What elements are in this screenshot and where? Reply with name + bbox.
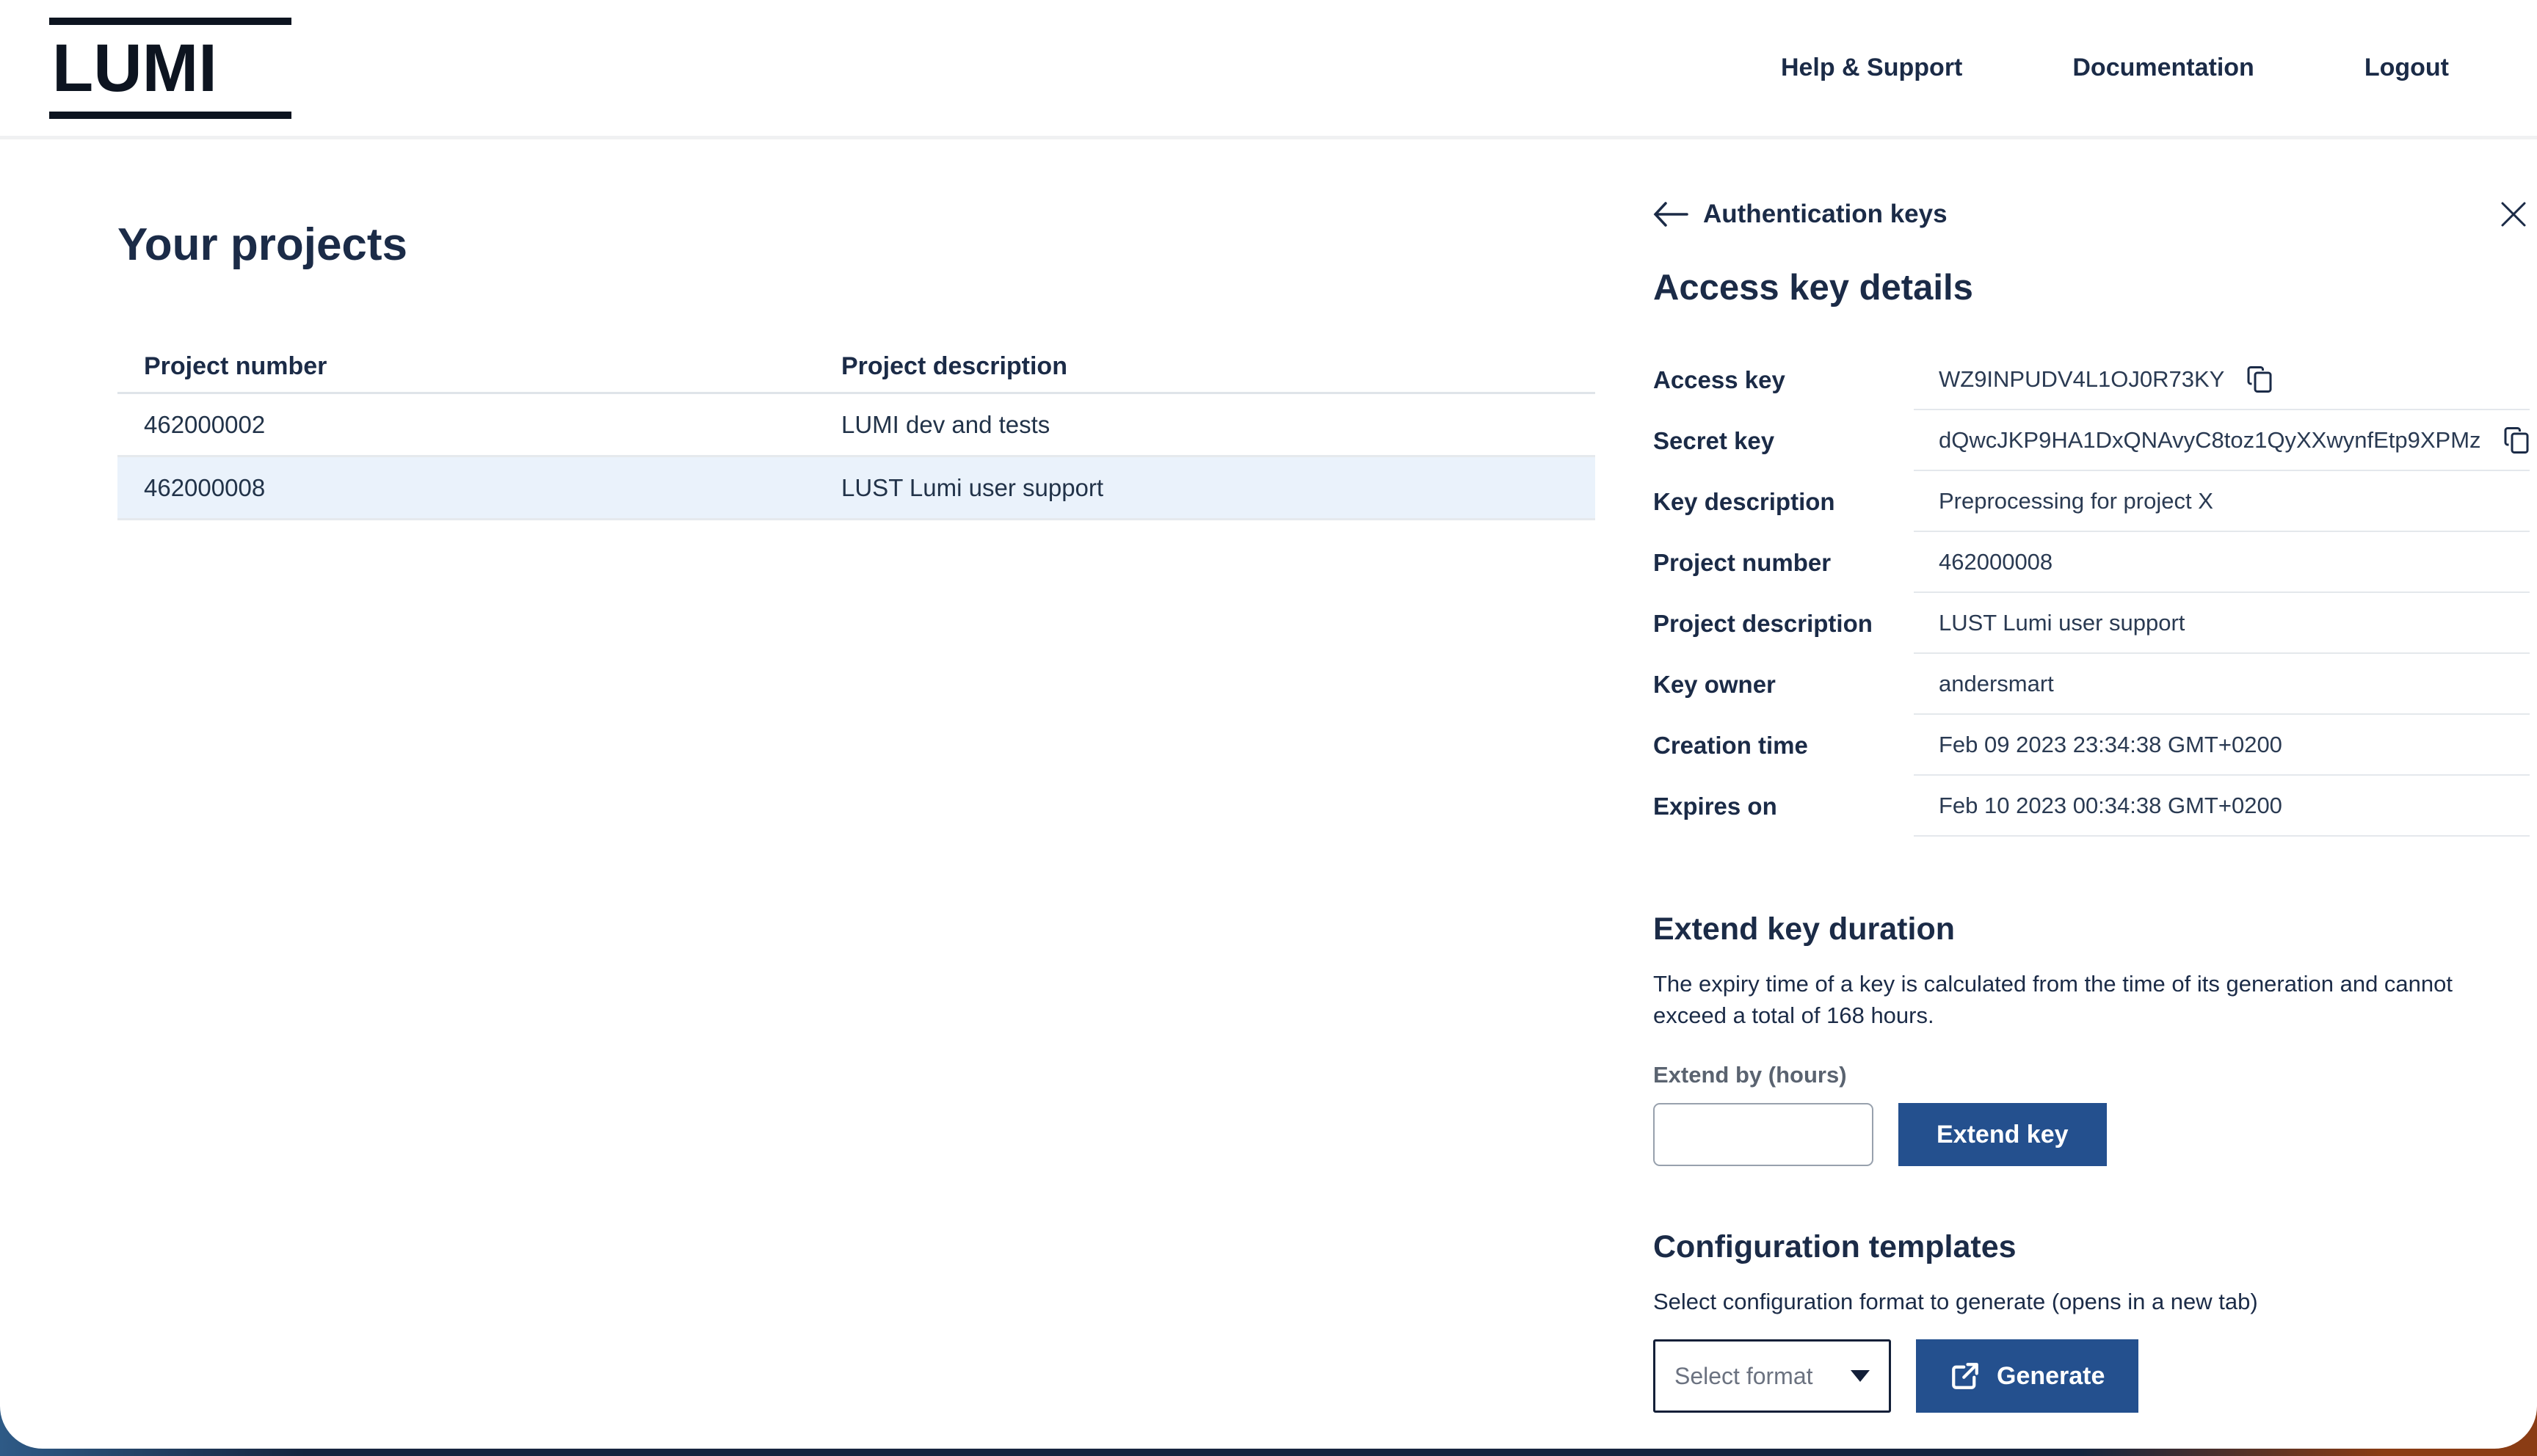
- detail-row-expires-on: Expires on Feb 10 2023 00:34:38 GMT+0200: [1653, 776, 2530, 837]
- detail-value: andersmart: [1914, 654, 2530, 715]
- generate-button[interactable]: Generate: [1916, 1339, 2138, 1413]
- col-header-project-number: Project number: [117, 352, 815, 381]
- close-button[interactable]: [2497, 198, 2530, 230]
- logo-text: LUMI: [49, 25, 291, 112]
- detail-value: LUST Lumi user support: [1914, 593, 2530, 654]
- table-row-project-462000002[interactable]: 462000002 LUMI dev and tests: [117, 394, 1595, 457]
- external-link-icon: [1950, 1361, 1981, 1391]
- main-area: Your projects Project number Project des…: [0, 139, 2537, 1445]
- table-row-project-462000008[interactable]: 462000008 LUST Lumi user support: [117, 457, 1595, 520]
- page-title: Your projects: [117, 219, 1595, 271]
- key-details-list: Access key WZ9INPUDV4L1OJ0R73KY Secret k…: [1653, 349, 2530, 837]
- detail-label: Key owner: [1653, 654, 1914, 715]
- panel-title: Access key details: [1653, 267, 2530, 308]
- extend-hours-label: Extend by (hours): [1653, 1062, 2530, 1088]
- back-button[interactable]: [1653, 198, 1694, 230]
- projects-section: Your projects Project number Project des…: [0, 139, 1595, 1445]
- nav-logout[interactable]: Logout: [2364, 54, 2449, 82]
- copy-access-key-button[interactable]: [2246, 365, 2273, 394]
- nav-documentation[interactable]: Documentation: [2072, 54, 2254, 82]
- extend-section-title: Extend key duration: [1653, 911, 2530, 947]
- templates-controls: Select format Generate: [1653, 1339, 2530, 1413]
- top-nav: Help & Support Documentation Logout: [1781, 54, 2449, 82]
- panel-header: Authentication keys: [1653, 198, 2530, 230]
- copy-secret-key-button[interactable]: [2503, 426, 2530, 455]
- detail-label: Access key: [1653, 349, 1914, 410]
- detail-row-key-owner: Key owner andersmart: [1653, 654, 2530, 715]
- detail-value: 462000008: [1914, 532, 2530, 593]
- col-header-project-description: Project description: [815, 352, 1595, 381]
- generate-button-label: Generate: [1997, 1362, 2105, 1391]
- detail-label: Key description: [1653, 471, 1914, 532]
- extend-controls: Extend key: [1653, 1103, 2530, 1166]
- cell-project-description: LUMI dev and tests: [815, 411, 1595, 439]
- copy-icon: [2246, 365, 2273, 394]
- detail-label: Creation time: [1653, 715, 1914, 776]
- access-key-panel: Authentication keys Access key details A…: [1595, 139, 2537, 1445]
- top-header: LUMI Help & Support Documentation Logout: [0, 0, 2537, 139]
- detail-value: Preprocessing for project X: [1914, 471, 2530, 532]
- detail-row-key-description: Key description Preprocessing for projec…: [1653, 471, 2530, 532]
- detail-label: Project description: [1653, 593, 1914, 654]
- detail-value-cell: dQwcJKP9HA1DxQNAvyC8toz1QyXXwynfEtp9XPMz: [1914, 410, 2530, 471]
- chevron-down-icon: [1851, 1370, 1870, 1382]
- close-icon: [2500, 200, 2527, 228]
- templates-section-title: Configuration templates: [1653, 1229, 2530, 1265]
- projects-table-header: Project number Project description: [117, 341, 1595, 394]
- logo-top-bar: [49, 18, 291, 25]
- format-select-value: Select format: [1674, 1363, 1813, 1390]
- projects-table: Project number Project description 46200…: [117, 341, 1595, 520]
- page-card: LUMI Help & Support Documentation Logout…: [0, 0, 2537, 1449]
- detail-label: Project number: [1653, 532, 1914, 593]
- detail-row-secret-key: Secret key dQwcJKP9HA1DxQNAvyC8toz1QyXXw…: [1653, 410, 2530, 471]
- extend-section-description: The expiry time of a key is calculated f…: [1653, 968, 2514, 1031]
- detail-row-creation-time: Creation time Feb 09 2023 23:34:38 GMT+0…: [1653, 715, 2530, 776]
- extend-key-button[interactable]: Extend key: [1898, 1103, 2107, 1166]
- detail-row-project-number: Project number 462000008: [1653, 532, 2530, 593]
- secret-key-value: dQwcJKP9HA1DxQNAvyC8toz1QyXXwynfEtp9XPMz: [1939, 427, 2481, 454]
- back-arrow-icon: [1653, 202, 1688, 227]
- detail-value: Feb 09 2023 23:34:38 GMT+0200: [1914, 715, 2530, 776]
- lumi-logo[interactable]: LUMI: [49, 18, 291, 119]
- extend-hours-input[interactable]: [1653, 1103, 1873, 1166]
- nav-help-support[interactable]: Help & Support: [1781, 54, 1962, 82]
- detail-label: Secret key: [1653, 410, 1914, 471]
- detail-row-project-description: Project description LUST Lumi user suppo…: [1653, 593, 2530, 654]
- extend-key-button-label: Extend key: [1937, 1121, 2069, 1149]
- detail-value: Feb 10 2023 00:34:38 GMT+0200: [1914, 776, 2530, 837]
- templates-section-caption: Select configuration format to generate …: [1653, 1286, 2514, 1317]
- cell-project-number: 462000002: [117, 411, 815, 439]
- detail-label: Expires on: [1653, 776, 1914, 837]
- detail-row-access-key: Access key WZ9INPUDV4L1OJ0R73KY: [1653, 349, 2530, 410]
- access-key-value: WZ9INPUDV4L1OJ0R73KY: [1939, 366, 2224, 393]
- format-select[interactable]: Select format: [1653, 1339, 1891, 1413]
- panel-breadcrumb: Authentication keys: [1703, 200, 1948, 229]
- extend-key-section: Extend key duration The expiry time of a…: [1653, 911, 2530, 1166]
- detail-value-cell: WZ9INPUDV4L1OJ0R73KY: [1914, 349, 2530, 410]
- logo-bottom-bar: [49, 112, 291, 119]
- copy-icon: [2503, 426, 2530, 455]
- configuration-templates-section: Configuration templates Select configura…: [1653, 1229, 2530, 1413]
- cell-project-description: LUST Lumi user support: [815, 474, 1595, 502]
- cell-project-number: 462000008: [117, 474, 815, 502]
